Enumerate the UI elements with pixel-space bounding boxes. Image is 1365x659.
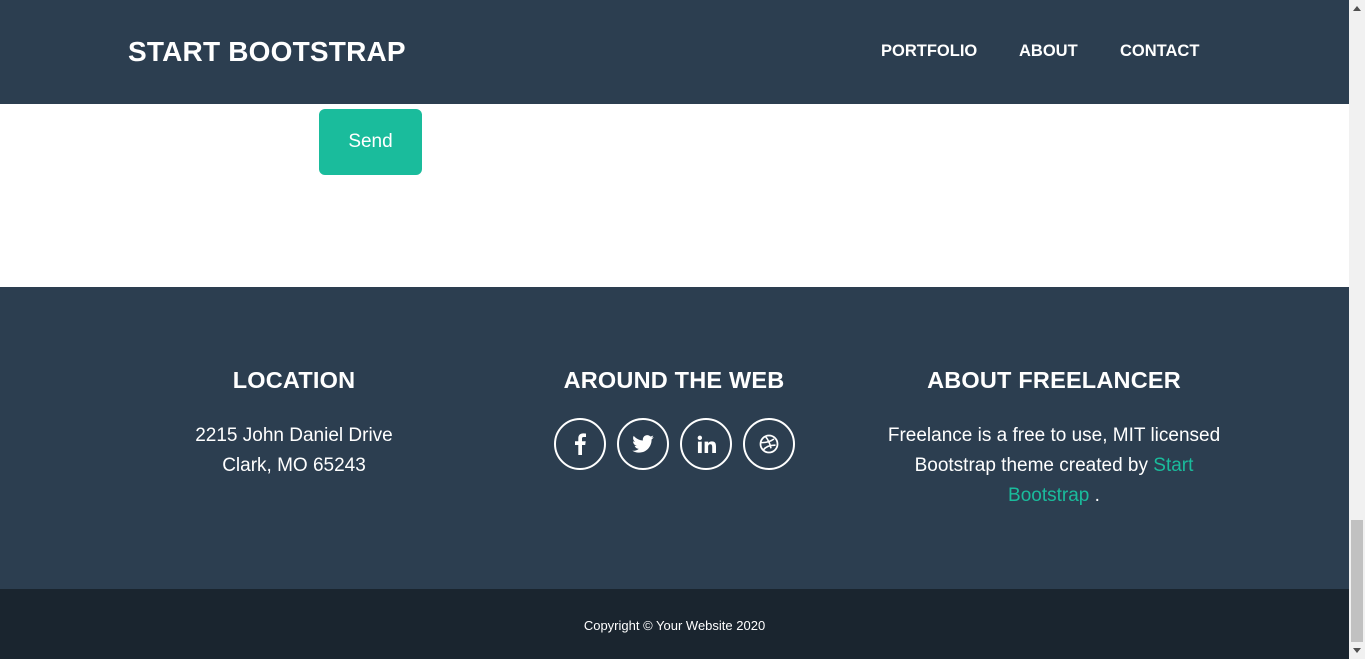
dribbble-button[interactable] [743, 418, 795, 470]
nav-link-portfolio[interactable]: PORTFOLIO [881, 42, 977, 61]
page-scrollbar[interactable] [1349, 0, 1365, 659]
facebook-icon [575, 433, 586, 455]
about-suffix: . [1094, 485, 1100, 506]
page: START BOOTSTRAP PORTFOLIO ABOUT CONTACT … [0, 0, 1349, 659]
footer: LOCATION 2215 John Daniel Drive Clark, M… [0, 287, 1349, 589]
social-links [554, 418, 795, 470]
scroll-down-arrow[interactable] [1349, 642, 1365, 659]
twitter-button[interactable] [617, 418, 669, 470]
about-freelancer-text: Freelance is a free to use, MIT licensed… [864, 421, 1244, 511]
copyright-text: Copyright © Your Website 2020 [583, 618, 766, 633]
location-heading: LOCATION [232, 367, 356, 393]
scroll-up-arrow[interactable] [1349, 0, 1365, 17]
nav-link-about[interactable]: ABOUT [1019, 42, 1078, 61]
send-button[interactable]: Send [319, 109, 422, 175]
around-the-web-heading: AROUND THE WEB [563, 367, 785, 393]
address-line-2: Clark, MO 65243 [222, 455, 366, 476]
dribbble-icon [759, 434, 779, 454]
about-freelancer-heading: ABOUT FREELANCER [927, 367, 1181, 393]
navbar: START BOOTSTRAP PORTFOLIO ABOUT CONTACT [0, 0, 1349, 104]
caret-up-icon [1353, 6, 1361, 11]
caret-down-icon [1353, 648, 1361, 653]
linkedin-icon [697, 435, 716, 453]
linkedin-button[interactable] [680, 418, 732, 470]
nav-link-contact[interactable]: CONTACT [1120, 42, 1199, 61]
scroll-thumb[interactable] [1351, 520, 1363, 642]
address-line-1: 2215 John Daniel Drive [195, 425, 393, 446]
facebook-button[interactable] [554, 418, 606, 470]
brand-link[interactable]: START BOOTSTRAP [128, 36, 406, 68]
twitter-icon [632, 435, 654, 453]
copyright-bar: Copyright © Your Website 2020 [0, 589, 1349, 659]
contact-section: Send [0, 104, 1349, 287]
location-address: 2215 John Daniel Drive Clark, MO 65243 [104, 421, 484, 481]
